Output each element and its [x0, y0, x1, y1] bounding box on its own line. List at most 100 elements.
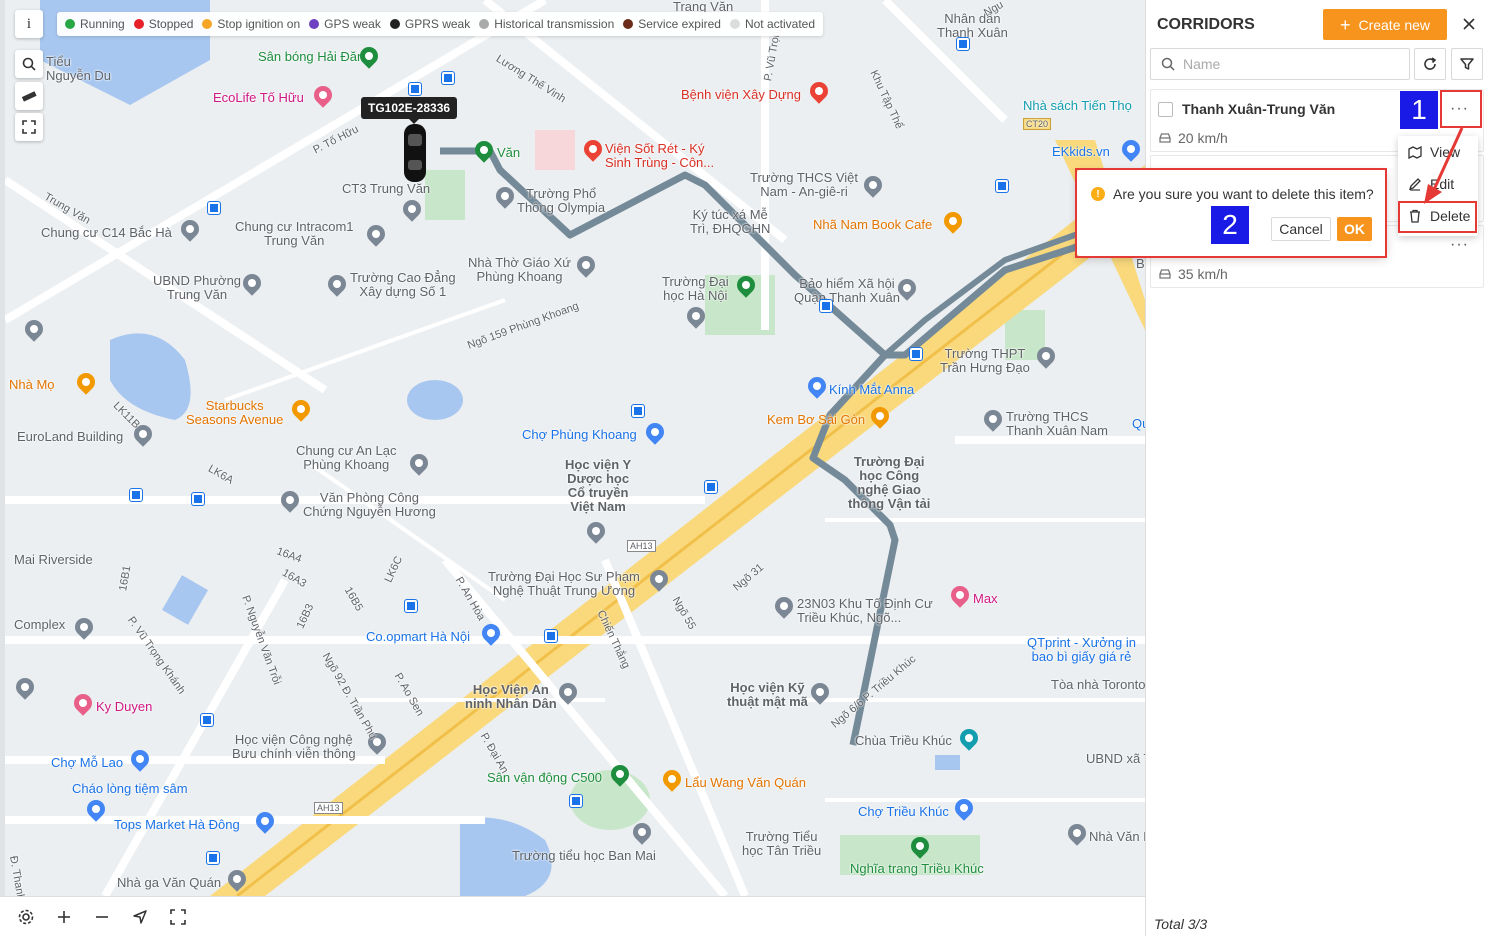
legend-item: Service expired	[623, 17, 721, 31]
filter-icon	[1460, 58, 1474, 70]
bus-stop-icon	[442, 72, 454, 84]
poi-label: Trường THPT Trần Hưng Đạo	[940, 346, 1030, 375]
info-button[interactable]: i	[15, 10, 43, 38]
status-dot-icon	[623, 19, 634, 29]
poi-label: Học viện Kỹ thuật mật mã	[727, 680, 808, 709]
bus-stop-icon	[910, 348, 922, 360]
create-new-button[interactable]: + Create new	[1323, 9, 1447, 40]
fullscreen-icon	[22, 120, 36, 134]
search-field[interactable]	[1150, 48, 1410, 80]
legend-label: Stop ignition on	[217, 17, 301, 31]
poi-label: Chợ Phùng Khoang	[522, 427, 637, 442]
measure-button[interactable]	[15, 82, 43, 110]
map-base-layer	[5, 0, 1145, 896]
gear-icon	[18, 909, 34, 924]
poi-label: Sân bóng Hải Đăng	[258, 49, 372, 64]
more-options-icon[interactable]: ···	[1450, 236, 1469, 254]
plus-icon: +	[1339, 14, 1351, 35]
refresh-button[interactable]	[1414, 48, 1446, 80]
status-dot-icon	[309, 19, 320, 29]
poi-label: Max	[973, 591, 998, 606]
poi-label: Lẩu Wang Văn Quán	[685, 775, 806, 790]
vehicle-plate-label: TG102E-28336	[361, 97, 458, 124]
poi-label: Nhân dân Thanh Xuân	[937, 11, 1008, 40]
bus-stop-icon	[201, 714, 213, 726]
poi-label: Tiểu Nguyễn Du	[46, 54, 112, 83]
poi-label: CT3 Trung Văn	[342, 181, 431, 196]
legend-label: Stopped	[148, 17, 194, 31]
poi-label: Trường Phổ Thông Olympia	[517, 186, 606, 215]
poi-label: Học viện Công nghệ Bưu chính viễn thông	[232, 732, 356, 761]
poi-label: Bảo hiểm Xã hội Quận Thanh Xuân	[794, 276, 901, 305]
poi-label: UBND Phường Trung Văn	[153, 273, 242, 302]
zoom-in-button[interactable]	[54, 907, 74, 927]
fit-bounds-button[interactable]	[168, 907, 188, 927]
map-view[interactable]: Sân bóng Hải Đăng EcoLife Tố Hữu CT3 Tru…	[0, 0, 1145, 896]
legend-item: Stopped	[133, 17, 194, 31]
zoom-out-button[interactable]	[92, 907, 112, 927]
poi-label: EKkids.vn	[1052, 144, 1110, 159]
create-new-label: Create new	[1358, 16, 1431, 33]
poi-label: Nhà Văn H	[1089, 829, 1145, 844]
status-dot-icon	[65, 19, 75, 29]
fullscreen-icon	[170, 908, 186, 925]
poi-label: Nhã Nam Book Cafe	[813, 217, 933, 232]
bus-stop-icon	[405, 600, 417, 612]
panel-title: CORRIDORS	[1157, 16, 1255, 33]
bus-stop-icon	[996, 180, 1008, 192]
corridor-checkbox[interactable]	[1158, 102, 1173, 117]
road-shield: AH13	[627, 540, 656, 552]
poi-label: Chùa Triều Khúc	[855, 733, 952, 748]
status-dot-icon	[729, 19, 740, 29]
poi-label: Bệnh viện Xây Dựng	[681, 87, 801, 102]
poi-label: Nhà Mọ	[9, 377, 55, 392]
poi-label: Tòa nhà Toronto	[1051, 677, 1145, 692]
legend-item: Historical transmission	[479, 17, 614, 31]
minus-icon	[96, 915, 108, 918]
locate-button[interactable]	[130, 907, 150, 927]
poi-label: Complex	[14, 617, 66, 632]
legend-label: GPRS weak	[404, 17, 471, 31]
poi-label: Chung cư Intracom1 Trung Văn	[235, 219, 354, 248]
car-icon	[1159, 269, 1171, 279]
close-panel-button[interactable]	[1460, 14, 1478, 34]
ruler-icon	[21, 91, 37, 102]
legend-label: GPS weak	[324, 17, 381, 31]
status-legend: Running Stopped Stop ignition on GPS weak GP…	[57, 12, 824, 36]
poi-label: Co.opmart Hà Nội	[366, 629, 471, 644]
map-bottom-toolbar	[0, 896, 1145, 936]
poi-label: Văn Phòng Công Chứng Nguyễn Hương	[303, 490, 436, 519]
poi-label: Trường Đại Học Sư Phạm Nghệ Thuật Trung …	[488, 569, 640, 598]
fullscreen-button[interactable]	[15, 113, 43, 141]
poi-label: Qu	[1132, 416, 1145, 431]
poi-label: Tops Market Hà Đông	[114, 817, 240, 832]
zoom-search-button[interactable]	[15, 50, 43, 78]
poi-label: Chợ Triều Khúc	[858, 804, 949, 819]
bus-stop-icon	[957, 38, 969, 50]
poi-label: Mai Riverside	[14, 552, 93, 567]
annotation-arrow	[1424, 127, 1464, 204]
road-shield: AH13	[314, 802, 343, 814]
poi-label: Trường THCS Việt Nam - An-giê-ri	[750, 170, 859, 199]
poi-label: Sân vận động C500	[487, 770, 602, 785]
filter-button[interactable]	[1451, 48, 1483, 80]
legend-item: Stop ignition on	[202, 17, 300, 31]
legend-label: Running	[80, 17, 125, 31]
status-dot-icon	[133, 19, 144, 29]
step-marker: 2	[1211, 206, 1249, 244]
close-icon	[1463, 18, 1475, 30]
bus-stop-icon	[570, 795, 582, 807]
vehicle-car-icon[interactable]	[404, 124, 426, 182]
poi-label: Nghĩa trang Triều Khúc	[850, 861, 984, 876]
legend-label: Historical transmission	[494, 17, 615, 31]
car-icon	[1159, 133, 1171, 143]
poi-label: Trường Đại học Hà Nội	[662, 274, 729, 303]
plus-icon	[58, 910, 70, 923]
search-input[interactable]	[1183, 56, 1383, 72]
bus-stop-icon	[705, 481, 717, 493]
corridor-speed: 35 km/h	[1158, 266, 1228, 282]
legend-item: GPRS weak	[389, 17, 471, 31]
app-root: Sân bóng Hải Đăng EcoLife Tố Hữu CT3 Tru…	[0, 0, 1493, 936]
total-count: Total 3/3	[1154, 916, 1208, 932]
settings-button[interactable]	[16, 907, 36, 927]
